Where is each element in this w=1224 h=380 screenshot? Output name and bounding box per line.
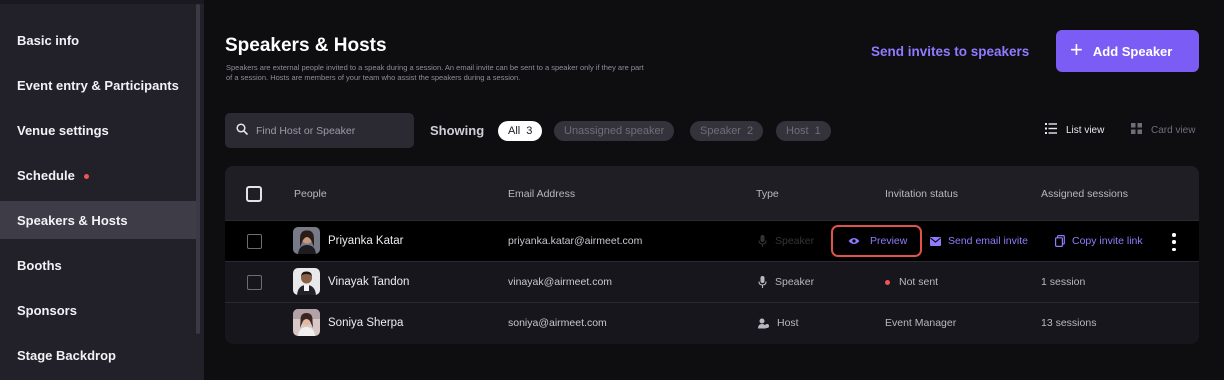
person-email: vinayak@airmeet.com	[508, 276, 613, 288]
avatar	[293, 227, 320, 254]
chip-label: Unassigned speaker	[564, 125, 665, 137]
table-header: People Email Address Type Invitation sta…	[225, 166, 1199, 220]
person-name: Soniya Sherpa	[328, 317, 404, 329]
card-view-toggle[interactable]: Card view	[1131, 123, 1195, 137]
people-table: People Email Address Type Invitation sta…	[225, 166, 1199, 344]
page-title: Speakers & Hosts	[225, 35, 387, 56]
plus-icon: +	[1070, 37, 1083, 62]
person-email: priyanka.katar@airmeet.com	[508, 235, 643, 247]
person-type-label: Speaker	[775, 276, 815, 288]
add-speaker-label: Add Speaker	[1092, 43, 1173, 59]
search-icon	[236, 122, 248, 140]
card-view-label: Card view	[1151, 124, 1196, 136]
select-all-checkbox[interactable]	[246, 186, 262, 202]
sidebar-item-schedule[interactable]: Schedule	[0, 156, 198, 194]
invitation-status: Event Manager	[885, 317, 957, 329]
list-icon	[1045, 123, 1057, 137]
copy-invite-link-button[interactable]: Copy invite link	[1055, 235, 1143, 247]
table-row[interactable]: Soniya Sherpa soniya@airmeet.com Host Ev…	[225, 302, 1199, 343]
filter-chip-speaker[interactable]: Speaker 2	[690, 121, 764, 141]
avatar	[293, 309, 320, 336]
sidebar-top-divider	[0, 0, 204, 4]
avatar	[293, 268, 320, 295]
search-input[interactable]	[256, 124, 406, 137]
sidebar-item-label: Event entry & Participants	[17, 77, 179, 93]
more-options-icon[interactable]	[1170, 233, 1178, 251]
person-type: Host	[758, 317, 799, 329]
sidebar-item-label: Speakers & Hosts	[17, 212, 128, 228]
sidebar-item-sponsors[interactable]: Sponsors	[0, 291, 198, 329]
status-dot	[885, 279, 890, 285]
copy-invite-link-label: Copy invite link	[1072, 235, 1143, 247]
column-header-email: Email Address	[508, 188, 576, 200]
preview-label: Preview	[870, 235, 908, 247]
person-name: Vinayak Tandon	[328, 276, 410, 288]
sidebar-item-label: Basic info	[17, 32, 80, 48]
search-box	[225, 113, 414, 148]
chip-label: Host	[786, 125, 809, 137]
row-checkbox[interactable]	[247, 275, 262, 290]
chip-count: 2	[746, 125, 754, 137]
filter-chip-all[interactable]: All 3	[498, 121, 543, 141]
column-header-type: Type	[756, 188, 779, 200]
column-header-people: People	[294, 188, 327, 200]
chip-label: All	[508, 125, 521, 137]
list-view-label: List view	[1066, 124, 1105, 136]
sidebar-scrollbar[interactable]	[196, 4, 200, 334]
person-name: Priyanka Katar	[328, 235, 404, 247]
sidebar-item-basic-info[interactable]: Basic info	[0, 21, 198, 59]
person-type: Speaker	[758, 235, 814, 247]
table-row[interactable]: Priyanka Katar priyanka.katar@airmeet.co…	[225, 220, 1199, 261]
chip-count: 1	[814, 125, 821, 137]
filter-chip-unassigned[interactable]: Unassigned speaker	[554, 121, 675, 141]
list-view-toggle[interactable]: List view	[1045, 123, 1104, 137]
send-email-invite-label: Send email invite	[948, 235, 1028, 247]
sidebar-item-label: Venue settings	[17, 122, 109, 138]
sidebar-item-label: Sponsors	[17, 302, 77, 318]
showing-label: Showing	[430, 123, 485, 138]
sidebar-item-booths[interactable]: Booths	[0, 246, 198, 284]
sidebar-item-event-entry[interactable]: Event entry & Participants	[0, 66, 198, 104]
sidebar-item-label: Schedule	[17, 167, 75, 183]
notification-dot	[83, 173, 89, 179]
sidebar-item-label: Stage Backdrop	[17, 347, 116, 363]
invitation-status-label: Not sent	[899, 276, 939, 288]
send-email-invite-button[interactable]: Send email invite	[930, 235, 1028, 247]
person-type-label: Host	[777, 317, 799, 329]
mail-icon	[930, 236, 941, 246]
person-email: soniya@airmeet.com	[508, 317, 607, 329]
sidebar-item-stage-backdrop[interactable]: Stage Backdrop	[0, 336, 198, 374]
sidebar-item-label: Booths	[17, 257, 62, 273]
person-type: Speaker	[758, 276, 814, 288]
assigned-sessions: 13 sessions	[1041, 317, 1097, 329]
page-description: Speakers are external people invited to …	[226, 63, 644, 82]
column-header-assigned-sessions: Assigned sessions	[1041, 188, 1128, 200]
chip-label: Speaker	[700, 125, 741, 137]
column-header-invitation-status: Invitation status	[885, 188, 958, 200]
table-row[interactable]: Vinayak Tandon vinayak@airmeet.com Speak…	[225, 261, 1199, 302]
person-type-label: Speaker	[775, 235, 815, 247]
eye-icon	[848, 238, 860, 244]
host-icon	[758, 318, 769, 328]
send-invites-link[interactable]: Send invites to speakers	[871, 44, 1029, 59]
microphone-icon	[758, 235, 767, 247]
sidebar-item-speakers-hosts[interactable]: Speakers & Hosts	[0, 201, 198, 239]
add-speaker-button[interactable]: + Add Speaker	[1056, 30, 1199, 72]
chip-count: 3	[526, 125, 533, 137]
preview-button[interactable]: Preview	[831, 225, 922, 257]
row-checkbox[interactable]	[247, 234, 262, 249]
sidebar: Basic info Event entry & Participants Ve…	[0, 0, 204, 380]
microphone-icon	[758, 276, 767, 288]
filter-chip-host[interactable]: Host 1	[776, 121, 831, 141]
sidebar-item-venue-settings[interactable]: Venue settings	[0, 111, 198, 149]
grid-icon	[1131, 123, 1142, 137]
invitation-status: Not sent	[885, 276, 938, 288]
assigned-sessions: 1 session	[1041, 276, 1086, 288]
copy-icon	[1055, 235, 1065, 247]
